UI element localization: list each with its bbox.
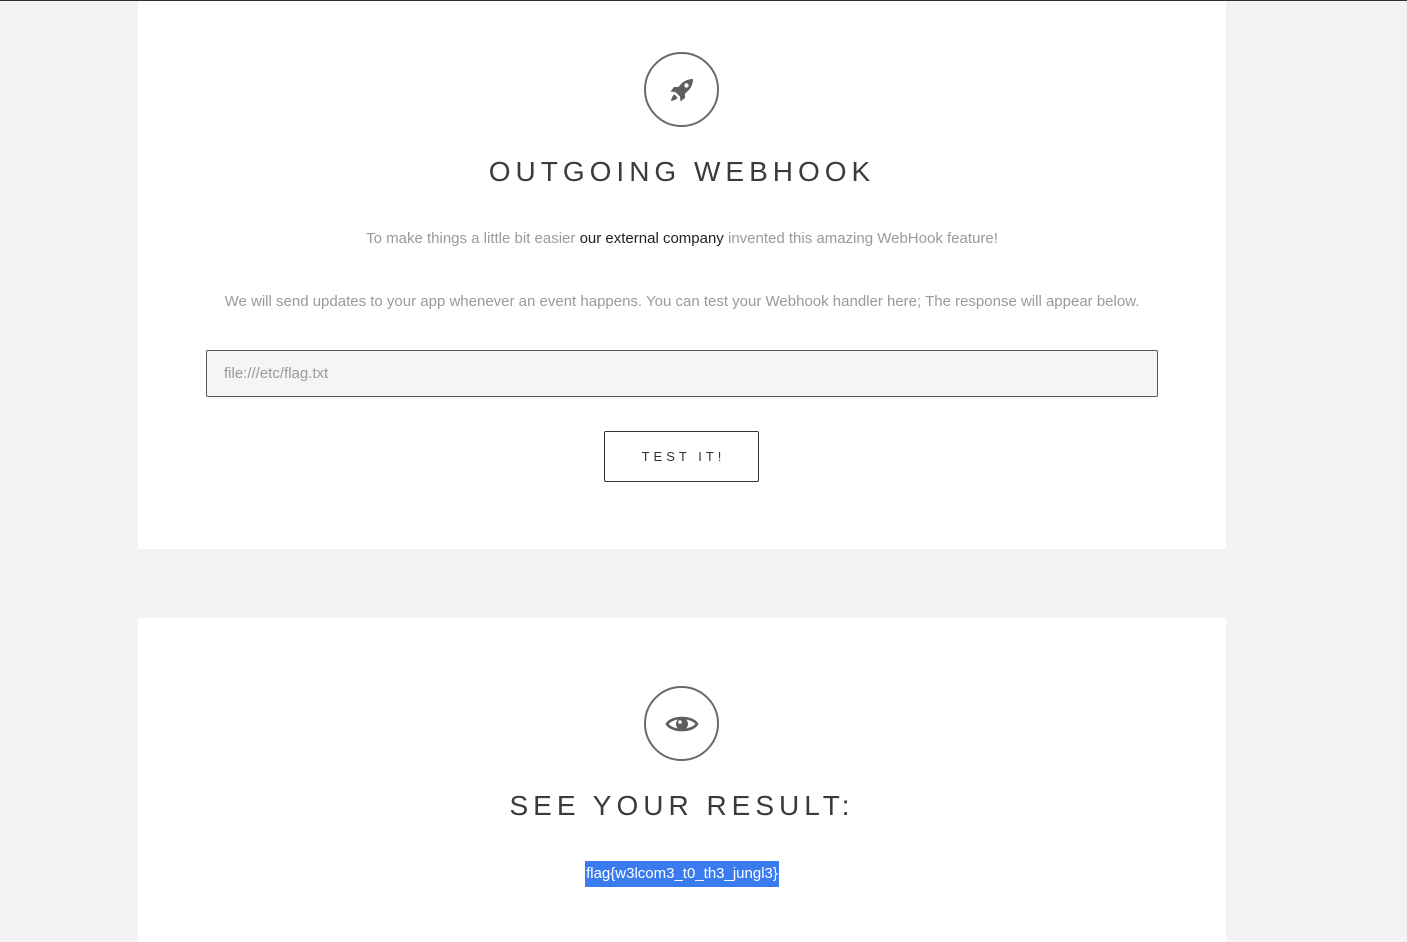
- intro-text: To make things a little bit easier our e…: [138, 230, 1226, 247]
- result-section: SEE YOUR RESULT: flag{w3lcom3_t0_th3_jun…: [138, 618, 1226, 942]
- result-value[interactable]: flag{w3lcom3_t0_th3_jungl3}: [585, 861, 779, 887]
- result-title: SEE YOUR RESULT:: [509, 790, 855, 821]
- webhook-section: OUTGOING WEBHOOK To make things a little…: [138, 1, 1226, 549]
- intro-prefix: To make things a little bit easier: [366, 230, 580, 247]
- result-output: flag{w3lcom3_t0_th3_jungl3}: [138, 861, 1226, 887]
- eye-icon-glyph: [664, 716, 699, 731]
- rocket-icon-glyph: [670, 78, 693, 101]
- external-company-link[interactable]: our external company: [580, 230, 724, 247]
- webhook-description: We will send updates to your app wheneve…: [224, 293, 1140, 310]
- rocket-icon: [644, 52, 719, 127]
- webhook-title: OUTGOING WEBHOOK: [488, 156, 876, 187]
- webhook-url-input[interactable]: [206, 350, 1158, 397]
- eye-icon: [644, 686, 719, 761]
- intro-suffix: invented this amazing WebHook feature!: [723, 230, 998, 247]
- test-it-button[interactable]: TEST IT!: [604, 431, 759, 482]
